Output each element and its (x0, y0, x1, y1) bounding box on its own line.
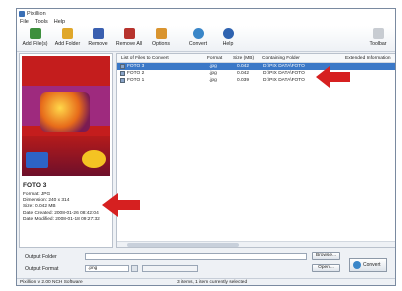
file-info: FOTO 3 Format: JPG Dimension: 240 x 314 … (23, 182, 113, 223)
help-icon (222, 28, 234, 39)
window-title: Pixillion (27, 10, 46, 17)
file-list: List of Files to Convert Format Size (MB… (116, 53, 395, 248)
horizontal-scrollbar[interactable] (117, 241, 395, 247)
convert-icon (192, 28, 204, 39)
info-date-modified: Date Modified: 2008-01-18 09:27:32 (23, 216, 100, 222)
table-row[interactable]: FOTO 1 .jpg 0.039 D:\PIX DATA\FOTO (117, 77, 395, 84)
scrollbar-thumb[interactable] (127, 243, 239, 247)
status-version: Pixillion v 2.00 NCH Software (20, 280, 83, 285)
menu-tools[interactable]: Tools (35, 19, 48, 25)
preview-image (22, 56, 110, 176)
remove-icon (92, 28, 104, 39)
table-row[interactable]: FOTO 2 .jpg 0.042 D:\PIX DATA\FOTO (117, 70, 395, 77)
add-file-icon (29, 28, 41, 39)
output-format-label: Output Format (25, 266, 59, 272)
convert-toolbar-button[interactable]: Convert (180, 28, 216, 50)
table-row[interactable]: FOTO 3 .jpg 0.042 D:\PIX DATA\FOTO (117, 63, 395, 70)
image-file-icon (120, 71, 125, 76)
add-folder-button[interactable]: Add Folder (51, 28, 84, 50)
menu-file[interactable]: File (20, 19, 29, 25)
output-folder-label: Output Folder (25, 254, 57, 260)
annotation-arrow (316, 66, 350, 88)
options-icon (155, 28, 167, 39)
convert-icon (353, 261, 361, 269)
title-bar: Pixillion (17, 9, 395, 18)
chevron-down-icon[interactable] (131, 265, 138, 272)
browse-button[interactable]: Browse... (312, 252, 340, 260)
image-file-icon (120, 78, 125, 83)
options-button[interactable]: Options (146, 28, 176, 50)
preview-filename: FOTO 3 (23, 182, 47, 189)
help-button[interactable]: Help (216, 28, 240, 50)
col-folder[interactable]: Containing Folder (262, 56, 300, 61)
app-icon (19, 10, 25, 17)
output-options: Output Folder Browse... Output Format .p… (19, 251, 395, 277)
file-list-header: List of Files to Convert Format Size (MB… (117, 54, 395, 63)
encoder-options-button[interactable] (142, 265, 198, 272)
image-file-icon (120, 64, 125, 69)
remove-all-button[interactable]: Remove All (112, 28, 146, 50)
annotation-arrow (102, 193, 140, 217)
convert-button[interactable]: Convert (349, 258, 387, 272)
remove-all-icon (123, 28, 135, 39)
app-window: Pixillion File Tools Help Add File(s) Ad… (16, 8, 396, 286)
col-format[interactable]: Format (207, 56, 222, 61)
remove-button[interactable]: Remove (84, 28, 112, 50)
open-button[interactable]: Open... (312, 264, 340, 272)
toolbar-toggle-button[interactable]: Toolbar (365, 28, 391, 50)
status-selection: 3 items, 1 item currently selected (177, 280, 248, 285)
menu-bar: File Tools Help (17, 18, 395, 26)
status-bar: Pixillion v 2.00 NCH Software 3 items, 1… (17, 278, 395, 285)
col-extended[interactable]: Extended Information (345, 56, 391, 61)
col-files[interactable]: List of Files to Convert (121, 56, 169, 61)
toolbar: Add File(s) Add Folder Remove Remove All… (17, 26, 395, 52)
add-files-button[interactable]: Add File(s) (19, 28, 51, 50)
menu-help[interactable]: Help (54, 19, 65, 25)
preview-panel: FOTO 3 Format: JPG Dimension: 240 x 314 … (19, 53, 113, 248)
add-folder-icon (62, 28, 73, 39)
col-size[interactable]: Size (MB) (233, 56, 254, 61)
output-format-select[interactable]: .png (85, 265, 129, 272)
output-folder-input[interactable] (85, 253, 307, 260)
toolbar-icon (372, 28, 384, 39)
